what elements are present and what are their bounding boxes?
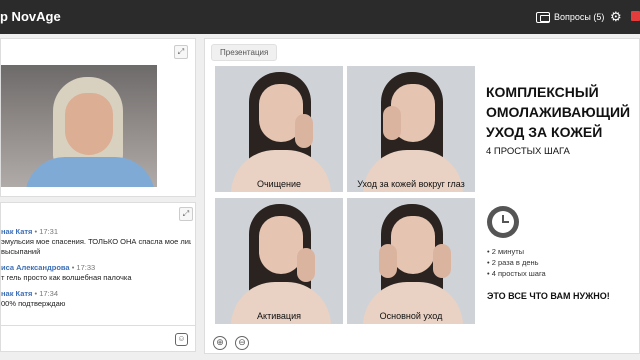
zoom-in-icon[interactable]: ⊕ xyxy=(213,336,227,350)
expand-icon[interactable]: ⤢ xyxy=(174,45,188,59)
slide-bullets: • 2 минуты • 2 раза в день • 4 простых ш… xyxy=(487,247,546,278)
emoji-icon[interactable]: ☺ xyxy=(175,333,188,346)
caption-activation: Активация xyxy=(257,311,301,321)
gear-icon[interactable]: ⚙ xyxy=(610,9,622,25)
zoom-out-icon[interactable]: ⊖ xyxy=(235,336,249,350)
questions-label: Вопросы (5) xyxy=(554,12,605,22)
chat-panel: ⤢ нак Катя • 17:31 эмульсия мое спасения… xyxy=(0,202,196,352)
app-title: p NovAge xyxy=(0,9,61,24)
questions-icon xyxy=(536,11,550,23)
photo-cleansing: Очищение xyxy=(215,66,343,192)
photo-main-care: Основной уход xyxy=(347,198,475,324)
chat-expand-icon[interactable]: ⤢ xyxy=(179,207,193,221)
caption-eye-care: Уход за кожей вокруг глаз xyxy=(357,179,465,189)
caption-main-care: Основной уход xyxy=(379,311,443,321)
caption-cleansing: Очищение xyxy=(256,179,302,189)
chat-message: иса Александрова • 17:33 т гель просто к… xyxy=(1,263,132,282)
questions-button[interactable]: Вопросы (5) xyxy=(536,9,604,25)
slide-cta: ЭТО ВСЕ ЧТО ВАМ НУЖНО! xyxy=(487,291,610,301)
chat-message: нак Катя • 17:31 эмульсия мое спасения. … xyxy=(1,227,191,256)
tab-presentation[interactable]: Презентация xyxy=(211,44,278,61)
chat-message: нак Катя • 17:34 00% подтверждаю xyxy=(1,289,66,308)
top-bar: p NovAge Вопросы (5) ⚙ xyxy=(0,0,640,34)
photo-eye-care: Уход за кожей вокруг глаз xyxy=(347,66,475,192)
slide-title: КОМПЛЕКСНЫЙ ОМОЛАЖИВАЮЩИЙ УХОД ЗА КОЖЕЙ xyxy=(486,84,631,140)
presenter-video xyxy=(1,65,157,187)
clock-icon xyxy=(487,206,519,238)
camera-icon[interactable] xyxy=(631,11,640,21)
video-panel: ⤢ xyxy=(0,38,196,197)
photo-activation: Активация xyxy=(215,198,343,324)
presentation-slide: Очищение Уход за кожей вокруг глаз Актив… xyxy=(215,66,639,328)
presentation-panel: Презентация Очищение Уход за кожей вокру… xyxy=(204,38,640,354)
chat-input[interactable]: ☺ xyxy=(1,325,195,351)
slide-subtitle: 4 ПРОСТЫХ ШАГА xyxy=(486,146,570,157)
